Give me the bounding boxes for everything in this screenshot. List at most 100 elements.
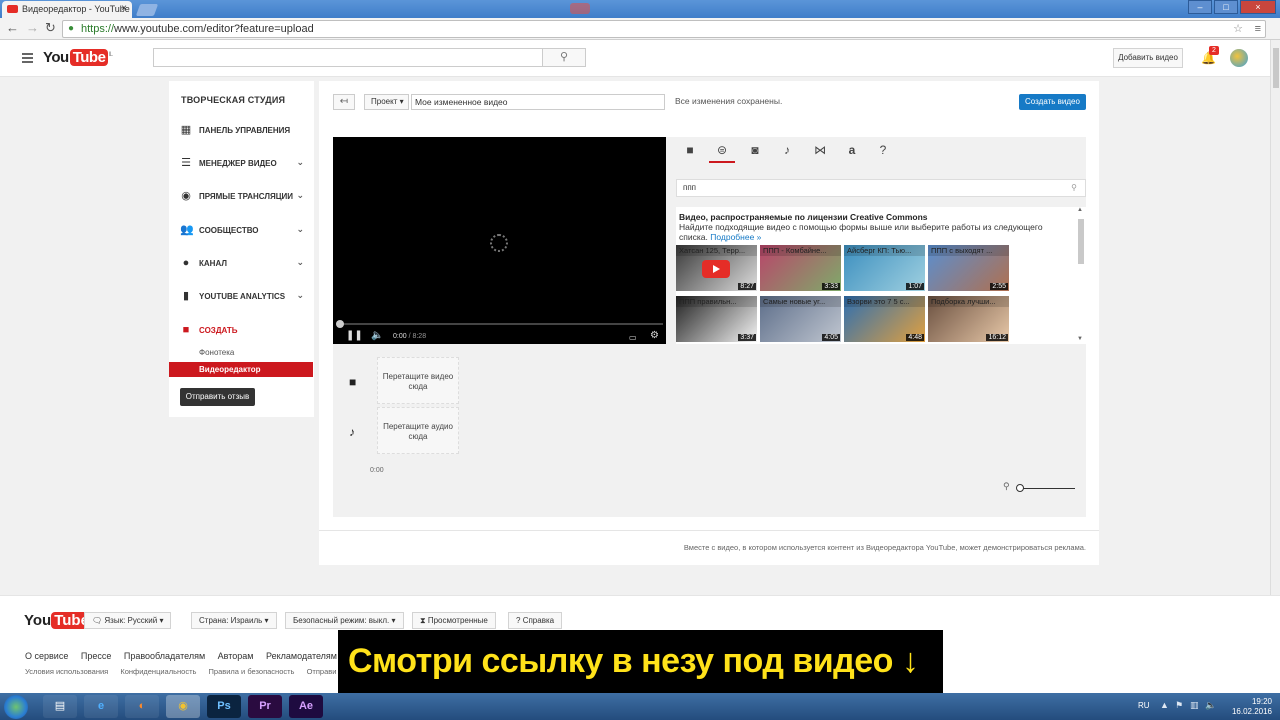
flag-icon[interactable]: ⚑ xyxy=(1175,700,1183,711)
safe-mode-button[interactable]: Безопасный режим: выкл. ▾ xyxy=(285,612,404,629)
footer-link[interactable]: Правила и безопасность xyxy=(209,667,295,676)
search-input[interactable] xyxy=(153,48,543,67)
captions-icon[interactable]: ▭ xyxy=(629,333,637,342)
close-window-icon[interactable]: × xyxy=(1240,0,1276,14)
country-button[interactable]: Страна: Израиль ▾ xyxy=(191,612,277,629)
page-scrollbar[interactable] xyxy=(1270,40,1280,595)
photoshop-icon[interactable]: Ps xyxy=(207,695,241,718)
thumbnail-duration: 16:12 xyxy=(986,334,1008,341)
browser-toolbar: ← → ↻ ● https://www.youtube.com/editor?f… xyxy=(0,18,1280,40)
footer-link[interactable]: Правообладателям xyxy=(124,651,205,661)
sidebar-item-live[interactable]: ◉ ПРЯМЫЕ ТРАНСЛЯЦИИ ⌄ xyxy=(169,187,314,207)
sidebar-item-create[interactable]: ■ СОЗДАТЬ xyxy=(169,321,314,341)
library-video-thumbnail[interactable]: Хатсан 125, Терр... 8:27 xyxy=(676,245,757,291)
sidebar-item-channel[interactable]: ● КАНАЛ ⌄ xyxy=(169,254,314,274)
close-tab-icon[interactable]: × xyxy=(121,1,127,17)
browser-tab[interactable]: Видеоредактор - YouTube × xyxy=(2,1,132,18)
project-dropdown[interactable]: Проект ▾ xyxy=(364,94,409,110)
footer-youtube-logo[interactable]: You Tube xyxy=(24,612,92,629)
footer-link[interactable]: Отправи xyxy=(307,667,337,676)
sidebar-item-community[interactable]: 👥 СООБЩЕСТВО ⌄ xyxy=(169,221,314,241)
undo-button[interactable]: ↤ xyxy=(333,94,355,110)
library-search-input[interactable]: ппп ⚲ xyxy=(676,179,1086,197)
pause-icon[interactable]: ❚❚ xyxy=(346,330,363,341)
library-video-thumbnail[interactable]: Подборка лучши... 16:12 xyxy=(928,296,1009,342)
clock[interactable]: 19:20 16.02.2016 xyxy=(1232,697,1272,717)
music-note-icon[interactable]: ♪ xyxy=(778,141,796,159)
zoom-handle[interactable] xyxy=(1016,484,1024,492)
progress-bar[interactable] xyxy=(336,323,663,325)
minimize-icon[interactable]: – xyxy=(1188,0,1212,14)
help-button[interactable]: ? Справка xyxy=(508,612,563,629)
tray-arrow-icon[interactable]: ▲ xyxy=(1160,700,1169,710)
firefox-icon[interactable]: ◐ xyxy=(125,695,159,718)
settings-gear-icon[interactable]: ⚙ xyxy=(650,330,659,341)
footer-link[interactable]: Конфиденциальность xyxy=(120,667,196,676)
menu-icon[interactable] xyxy=(22,53,33,65)
video-camera-icon[interactable]: ■ xyxy=(681,141,699,159)
text-icon[interactable]: a xyxy=(843,141,861,159)
creative-commons-icon[interactable]: ⊜ xyxy=(709,141,735,163)
play-icon[interactable] xyxy=(702,260,730,278)
project-title-input[interactable]: Мое измененное видео xyxy=(411,94,665,110)
language-button[interactable]: 🗨 Язык: Русский ▾ xyxy=(84,612,172,629)
footer-link[interactable]: Авторам xyxy=(218,651,254,661)
sidebar-subitem-audio-library[interactable]: Фонотека xyxy=(199,348,234,357)
back-arrow-icon[interactable]: ← xyxy=(6,20,19,35)
library-video-thumbnail[interactable]: Взорви это 7 5 с... 4:48 xyxy=(844,296,925,342)
library-video-thumbnail[interactable]: Самые новые уг... 4:05 xyxy=(760,296,841,342)
chrome-icon[interactable]: ◉ xyxy=(166,695,200,718)
progress-handle[interactable] xyxy=(336,320,344,328)
explorer-icon[interactable]: ▤ xyxy=(43,695,77,718)
transitions-icon[interactable]: ⋈ xyxy=(811,141,829,159)
library-scrollbar[interactable]: ▲ ▼ xyxy=(1077,207,1085,344)
start-button[interactable] xyxy=(4,695,28,719)
sidebar-subitem-video-editor[interactable]: Видеоредактор xyxy=(169,362,313,377)
network-icon[interactable]: ▥ xyxy=(1190,700,1199,711)
ie-icon[interactable]: e xyxy=(84,695,118,718)
avatar[interactable] xyxy=(1230,49,1248,67)
after-effects-icon[interactable]: Ae xyxy=(289,695,323,718)
address-bar[interactable]: ● https://www.youtube.com/editor?feature… xyxy=(62,20,1266,38)
premiere-icon[interactable]: Pr xyxy=(248,695,282,718)
history-button[interactable]: ⧗ Просмотренные xyxy=(412,612,496,629)
sidebar-item-analytics[interactable]: ▮ YOUTUBE ANALYTICS ⌄ xyxy=(169,287,314,307)
new-tab-button[interactable] xyxy=(135,4,159,16)
volume-tray-icon[interactable]: 🔈 xyxy=(1205,700,1216,711)
audio-drop-zone[interactable]: Перетащите аудио сюда xyxy=(377,407,459,454)
feedback-button[interactable]: Отправить отзыв xyxy=(180,388,255,406)
forward-arrow-icon[interactable]: → xyxy=(26,20,39,35)
create-video-button[interactable]: Создать видео xyxy=(1019,94,1086,110)
scroll-down-icon[interactable]: ▼ xyxy=(1077,336,1083,342)
footer-link[interactable]: Рекламодателям xyxy=(266,651,337,661)
footer-link[interactable]: О сервисе xyxy=(25,651,68,661)
upload-button[interactable]: Добавить видео xyxy=(1113,48,1183,68)
search-button[interactable]: ⚲ xyxy=(542,48,586,67)
sidebar-item-video-manager[interactable]: ☰ МЕНЕДЖЕР ВИДЕО ⌄ xyxy=(169,154,314,174)
library-video-thumbnail[interactable]: ППП с выходят ... 2:55 xyxy=(928,245,1009,291)
footer-link[interactable]: Условия использования xyxy=(25,667,108,676)
help-icon[interactable]: ? xyxy=(874,141,892,159)
maximize-icon[interactable]: □ xyxy=(1214,0,1238,14)
library-video-thumbnail[interactable]: ППП - Комбайне... 3:33 xyxy=(760,245,841,291)
bookmark-star-icon[interactable]: ☆ xyxy=(1233,21,1243,37)
learn-more-link[interactable]: Подробнее » xyxy=(710,232,761,242)
keyboard-language[interactable]: RU xyxy=(1138,701,1150,710)
scroll-up-icon[interactable]: ▲ xyxy=(1077,207,1083,213)
library-video-thumbnail[interactable]: ППП правильн... 3:37 xyxy=(676,296,757,342)
library-video-thumbnail[interactable]: Айсберг КП: Тью... 1:07 xyxy=(844,245,925,291)
video-drop-zone[interactable]: Перетащите видео сюда xyxy=(377,357,459,404)
footer-link[interactable]: Прессе xyxy=(81,651,112,661)
volume-icon[interactable]: 🔈 xyxy=(371,330,383,341)
timeline-zoom-slider[interactable]: ⚲ xyxy=(1003,481,1078,493)
video-player[interactable]: ❚❚ 🔈 0:00 / 8:28 ▭ ⚙ xyxy=(333,137,666,344)
profile-chip[interactable] xyxy=(570,3,590,14)
youtube-logo[interactable]: You Tube IL xyxy=(43,49,113,66)
thumbnail-title: Взорви это 7 5 с... xyxy=(844,296,925,307)
photo-camera-icon[interactable]: ◙ xyxy=(746,141,764,159)
search-icon[interactable]: ⚲ xyxy=(1071,180,1077,196)
browser-menu-icon[interactable]: ≡ xyxy=(1255,21,1261,37)
video-manager-icon: ☰ xyxy=(181,157,191,169)
sidebar-item-dashboard[interactable]: ▦ ПАНЕЛЬ УПРАВЛЕНИЯ xyxy=(169,121,314,141)
reload-icon[interactable]: ↻ xyxy=(45,20,56,36)
